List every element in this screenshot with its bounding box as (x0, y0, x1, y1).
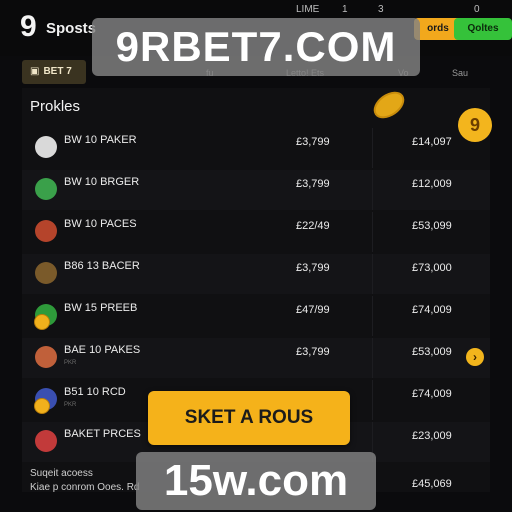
row-total: £53,009 (412, 346, 452, 358)
chevron-right-icon[interactable]: › (466, 348, 484, 366)
panel-title: Prokles (30, 98, 81, 115)
footer-line-2: Kiae p conrom Ooes. Rd (30, 482, 140, 493)
table-row[interactable]: B86 13 BACER £3,799 £73,000 (22, 254, 490, 294)
product-avatar-icon (35, 346, 57, 368)
footer-total: £45,069 (412, 478, 452, 490)
table-row[interactable]: BW 15 PREEB £47/99 £74,009 (22, 296, 490, 336)
table-row[interactable]: BW 10 PAKER £3,799 £14,097 (22, 128, 490, 168)
bet-tab[interactable]: ▣ BET 7 (22, 60, 86, 84)
product-avatar-icon (35, 220, 57, 242)
logo-text[interactable]: Sposts (46, 20, 96, 37)
row-price: £3,799 (296, 136, 330, 148)
column-divider (372, 254, 373, 294)
nav-item-3[interactable]: 3 (378, 4, 384, 15)
nav-item-0[interactable]: 0 (474, 4, 480, 15)
nav-item-time[interactable]: LIME (296, 4, 319, 15)
footer-line-1: Suqeit acoess (30, 468, 93, 479)
column-divider (372, 380, 373, 420)
row-total: £14,097 (412, 136, 452, 148)
ticket-icon: ▣ (30, 66, 40, 77)
row-price: £3,799 (296, 346, 330, 358)
row-price: £3,799 (296, 178, 330, 190)
table-row[interactable]: BAE 10 PAKES PKR £3,799 £53,009 › (22, 338, 490, 378)
row-total: £53,099 (412, 220, 452, 232)
nav-item-1[interactable]: 1 (342, 4, 348, 15)
product-avatar-icon (35, 136, 57, 158)
row-name: BW 10 PAKER (64, 134, 137, 146)
row-price: £22/49 (296, 220, 330, 232)
row-name: BW 15 PREEB (64, 302, 138, 314)
product-avatar-icon (35, 430, 57, 452)
table-row[interactable]: BW 10 BRGER £3,799 £12,009 (22, 170, 490, 210)
row-sub: PKR (64, 360, 77, 366)
row-total: £73,000 (412, 262, 452, 274)
row-name: B86 13 BACER (64, 260, 140, 272)
row-name: BW 10 PACES (64, 218, 137, 230)
row-name: BAKET PRCES (64, 428, 141, 440)
cta-button[interactable]: SKET A ROUS (148, 391, 350, 445)
column-divider (372, 170, 373, 210)
subnav-col-d[interactable]: Sau (452, 68, 468, 78)
watermark-top: 9RBET7.COM (92, 18, 420, 76)
row-total: £23,009 (412, 430, 452, 442)
coin-icon (34, 314, 50, 330)
row-name: BAE 10 PAKES (64, 344, 141, 356)
column-divider (372, 296, 373, 336)
coin-icon (34, 398, 50, 414)
column-divider (372, 338, 373, 378)
row-sub: PKR (64, 402, 77, 408)
column-divider (372, 128, 373, 168)
row-total: £74,009 (412, 388, 452, 400)
row-price: £47/99 (296, 304, 330, 316)
column-divider (372, 212, 373, 252)
product-avatar-icon (35, 178, 57, 200)
row-total: £12,009 (412, 178, 452, 190)
logo-number[interactable]: 9 (20, 10, 37, 44)
row-name: BW 10 BRGER (64, 176, 140, 188)
quotes-button[interactable]: Qoltes (454, 18, 512, 40)
row-total: £74,009 (412, 304, 452, 316)
coin-icon (368, 86, 410, 124)
row-price: £3,799 (296, 262, 330, 274)
row-name: B51 10 RCD (64, 386, 126, 398)
bet-tab-label: BET 7 (43, 66, 72, 77)
watermark-bottom: 15w.com (136, 452, 376, 510)
product-avatar-icon (35, 262, 57, 284)
table-row[interactable]: BW 10 PACES £22/49 £53,099 (22, 212, 490, 252)
